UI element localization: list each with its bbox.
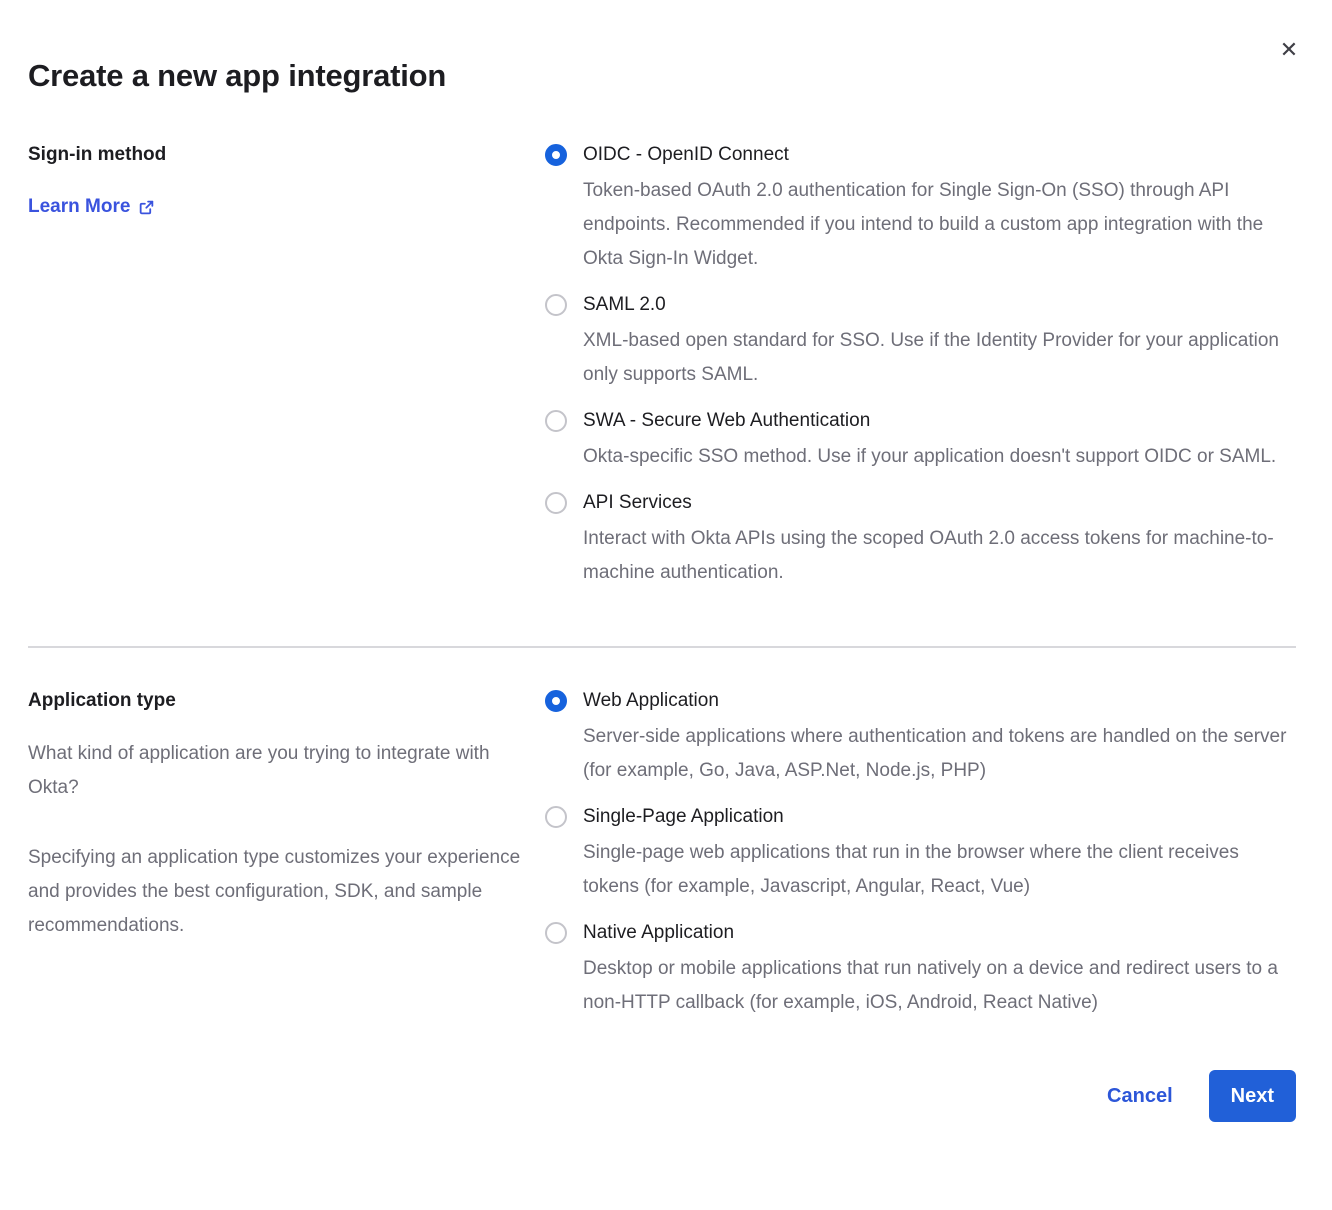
option-web-application-label[interactable]: Web Application	[583, 688, 1296, 714]
radio-oidc[interactable]	[545, 144, 567, 166]
option-native-application-label[interactable]: Native Application	[583, 920, 1296, 946]
option-swa-description: Okta-specific SSO method. Use if your ap…	[583, 440, 1296, 474]
option-saml: SAML 2.0 XML-based open standard for SSO…	[545, 292, 1296, 392]
application-type-explanation: Specifying an application type customize…	[28, 841, 521, 943]
application-type-section: Application type What kind of applicatio…	[28, 688, 1296, 1020]
radio-native-application[interactable]	[545, 922, 567, 944]
option-swa-label[interactable]: SWA - Secure Web Authentication	[583, 408, 1296, 434]
application-type-options: Web Application Server-side applications…	[545, 688, 1296, 1020]
sign-in-method-heading: Sign-in method	[28, 142, 521, 168]
radio-single-page-application[interactable]	[545, 806, 567, 828]
option-single-page-application: Single-Page Application Single-page web …	[545, 804, 1296, 904]
option-saml-label[interactable]: SAML 2.0	[583, 292, 1296, 318]
radio-swa[interactable]	[545, 410, 567, 432]
application-type-left-column: Application type What kind of applicatio…	[28, 688, 545, 943]
option-oidc-label[interactable]: OIDC - OpenID Connect	[583, 142, 1296, 168]
sign-in-method-options: OIDC - OpenID Connect Token-based OAuth …	[545, 142, 1296, 590]
option-swa: SWA - Secure Web Authentication Okta-spe…	[545, 408, 1296, 474]
option-web-application-description: Server-side applications where authentic…	[583, 720, 1296, 788]
option-oidc-description: Token-based OAuth 2.0 authentication for…	[583, 174, 1296, 276]
option-native-application: Native Application Desktop or mobile app…	[545, 920, 1296, 1020]
option-saml-description: XML-based open standard for SSO. Use if …	[583, 324, 1296, 392]
option-single-page-application-description: Single-page web applications that run in…	[583, 836, 1296, 904]
option-web-application: Web Application Server-side applications…	[545, 688, 1296, 788]
radio-saml[interactable]	[545, 294, 567, 316]
radio-web-application[interactable]	[545, 690, 567, 712]
cancel-button[interactable]: Cancel	[1107, 1085, 1173, 1108]
learn-more-label: Learn More	[28, 194, 130, 220]
option-api-services-label[interactable]: API Services	[583, 490, 1296, 516]
section-divider	[28, 646, 1296, 648]
learn-more-link[interactable]: Learn More	[28, 194, 155, 220]
option-oidc: OIDC - OpenID Connect Token-based OAuth …	[545, 142, 1296, 276]
application-type-heading: Application type	[28, 688, 521, 714]
dialog-title: Create a new app integration	[28, 54, 1296, 98]
radio-api-services[interactable]	[545, 492, 567, 514]
create-app-integration-dialog: ✕ Create a new app integration Sign-in m…	[0, 0, 1332, 1210]
close-icon[interactable]: ✕	[1276, 38, 1302, 64]
option-native-application-description: Desktop or mobile applications that run …	[583, 952, 1296, 1020]
sign-in-method-section: Sign-in method Learn More OIDC - OpenID …	[28, 142, 1296, 590]
sign-in-method-left-column: Sign-in method Learn More	[28, 142, 545, 220]
dialog-footer: Cancel Next	[28, 1070, 1296, 1122]
application-type-question: What kind of application are you trying …	[28, 737, 521, 805]
option-api-services: API Services Interact with Okta APIs usi…	[545, 490, 1296, 590]
next-button[interactable]: Next	[1209, 1070, 1296, 1122]
option-single-page-application-label[interactable]: Single-Page Application	[583, 804, 1296, 830]
option-api-services-description: Interact with Okta APIs using the scoped…	[583, 522, 1296, 590]
external-link-icon	[138, 199, 155, 216]
